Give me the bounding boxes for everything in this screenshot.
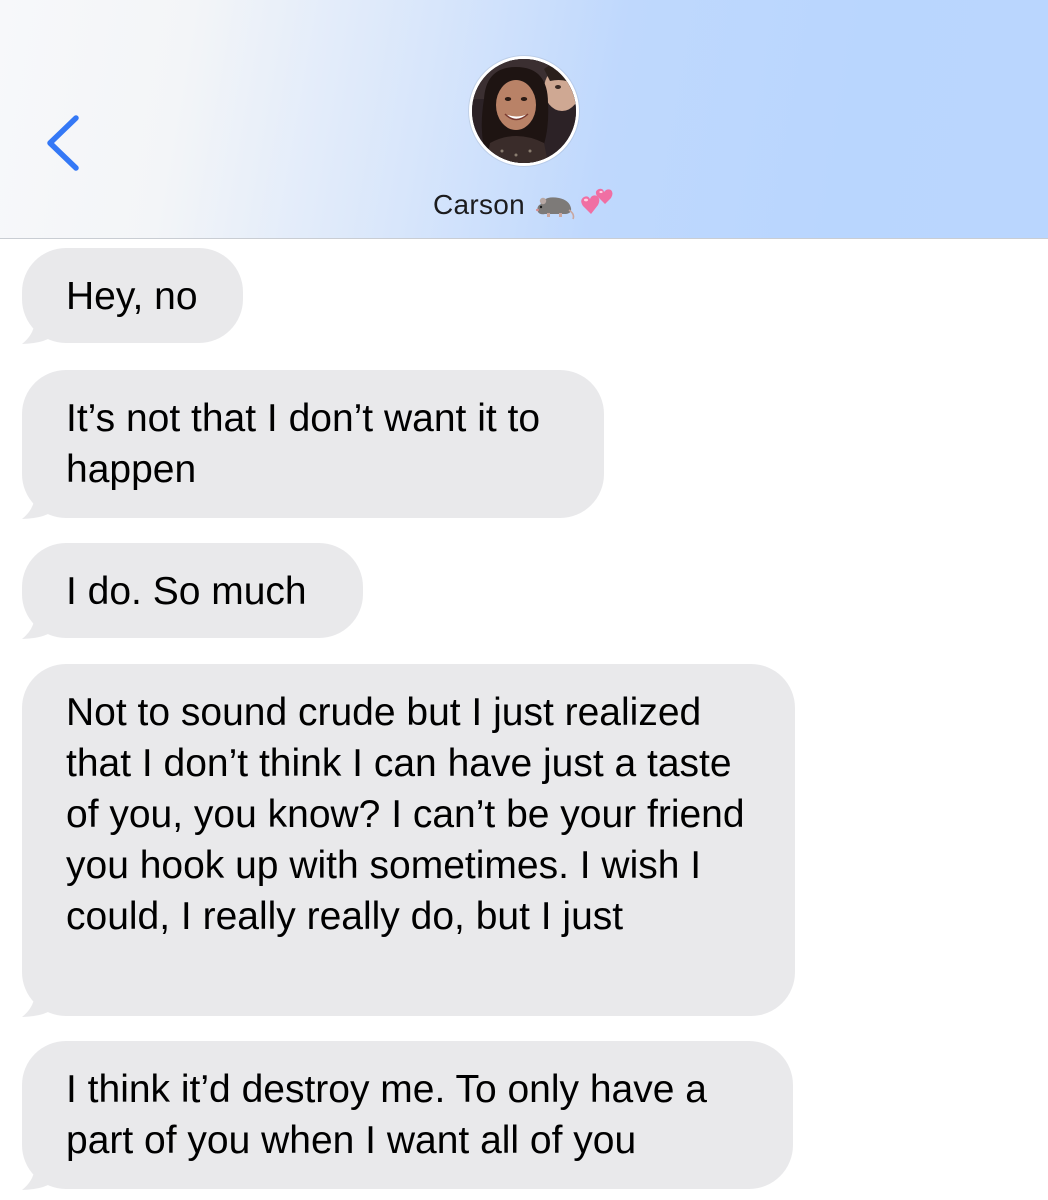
message-text: Hey, no — [66, 275, 198, 318]
message-text: It’s not that I don’t want it to happen — [66, 397, 541, 491]
message-text: I think it’d destroy me. To only have a … — [66, 1068, 707, 1162]
avatar-photo — [472, 59, 576, 163]
message-row: I do. So much — [22, 543, 363, 639]
bubble-tail — [22, 977, 54, 1017]
bubble-tail — [22, 1150, 54, 1190]
contact-avatar[interactable] — [469, 56, 579, 166]
message-text: Not to sound crude but I just realized t… — [66, 691, 745, 938]
bubble-tail — [22, 599, 54, 639]
bubble-tail — [22, 479, 54, 519]
messages-screen: Carson Hey, no It’s not that I don’t wan… — [0, 0, 1048, 1200]
back-button[interactable] — [36, 108, 86, 178]
message-row: Not to sound crude but I just realized t… — [22, 664, 795, 1017]
incoming-message-bubble[interactable]: It’s not that I don’t want it to happen — [22, 370, 604, 519]
incoming-message-bubble[interactable]: I do. So much — [22, 543, 363, 639]
message-row: Hey, no — [22, 248, 243, 344]
conversation-header: Carson — [0, 0, 1048, 239]
chevron-left-icon — [47, 115, 79, 171]
bubble-tail — [22, 304, 54, 344]
incoming-message-bubble[interactable]: Not to sound crude but I just realized t… — [22, 664, 795, 1017]
contact-emoji — [535, 188, 615, 222]
message-thread: Hey, no It’s not that I don’t want it to… — [0, 238, 1048, 1200]
two-hearts-icon — [581, 188, 613, 214]
incoming-message-bubble[interactable]: Hey, no — [22, 248, 243, 344]
message-row: I think it’d destroy me. To only have a … — [22, 1041, 793, 1190]
contact-details-button[interactable]: Carson — [0, 180, 1048, 230]
contact-name: Carson — [432, 189, 526, 220]
rat-icon — [536, 197, 575, 220]
message-row: It’s not that I don’t want it to happen — [22, 370, 604, 519]
message-text: I do. So much — [66, 570, 307, 613]
incoming-message-bubble[interactable]: I think it’d destroy me. To only have a … — [22, 1041, 793, 1190]
